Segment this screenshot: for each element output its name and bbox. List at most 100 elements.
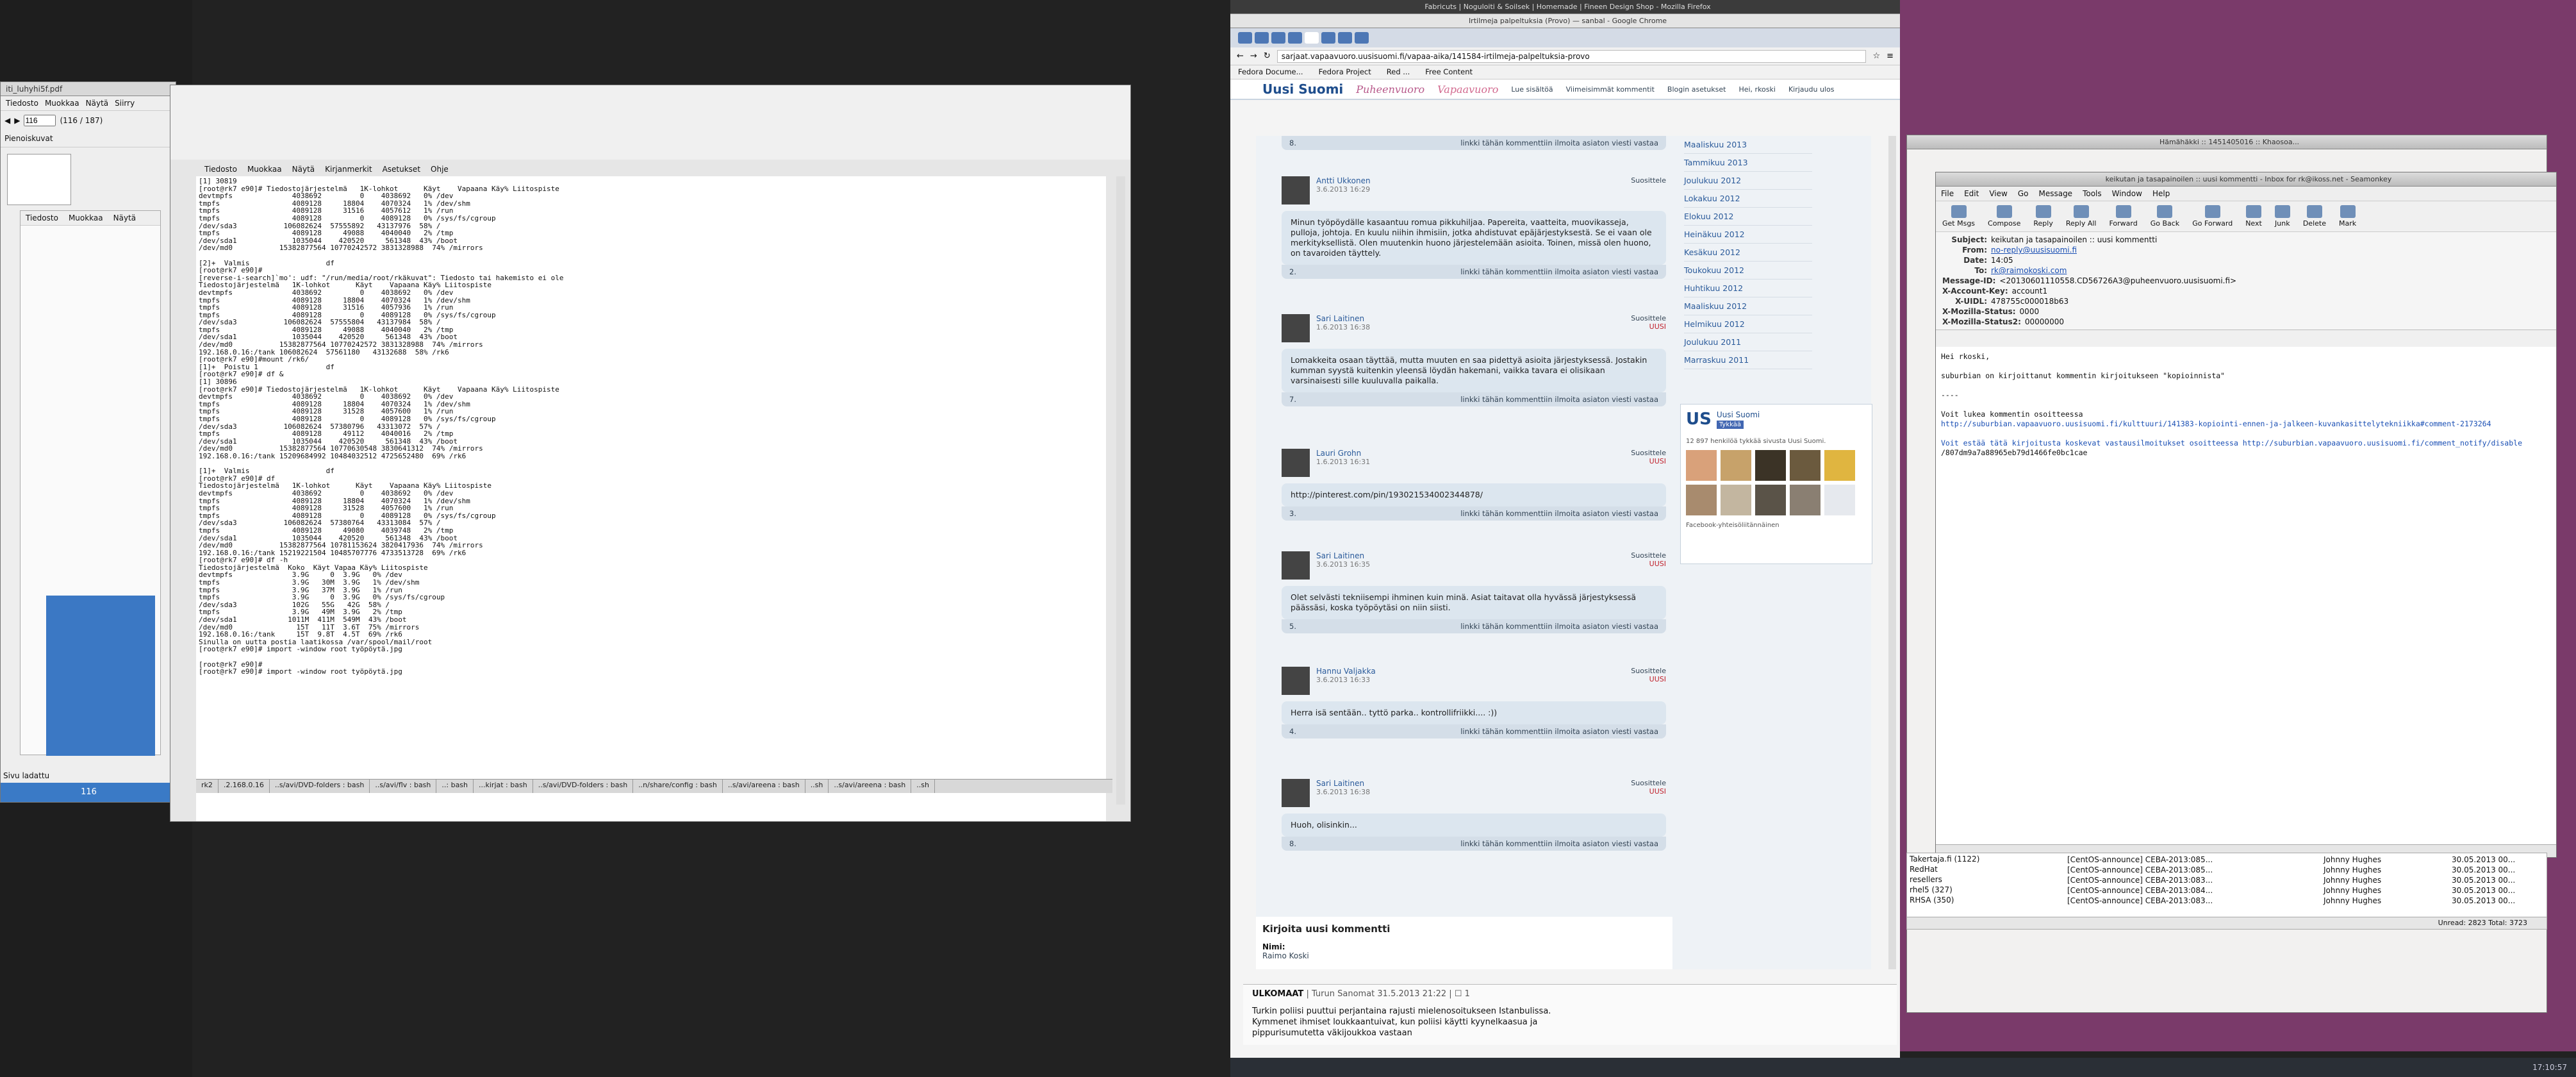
terminal-menu-item[interactable]: Tiedosto xyxy=(204,165,237,174)
terminal-tab[interactable]: ..s/avi/flv : bash xyxy=(370,780,437,793)
nav-link[interactable]: Viimeisimmät kommentit xyxy=(1566,85,1655,94)
comment-actions[interactable]: linkki tähän kommenttiin ilmoita asiaton… xyxy=(1460,138,1658,147)
nav-link[interactable]: Kirjaudu ulos xyxy=(1788,85,1835,94)
mail-body[interactable]: Hei rkoski, suburbian on kirjoittanut kom… xyxy=(1936,347,2556,844)
terminal-tab[interactable]: rk2 xyxy=(196,780,219,793)
avatar[interactable] xyxy=(1282,176,1310,205)
inner-menu-item[interactable]: Tiedosto xyxy=(26,213,58,222)
archive-link[interactable]: Marraskuu 2011 xyxy=(1684,351,1812,369)
terminal-tab[interactable]: ..: bash xyxy=(436,780,474,793)
terminal-tab[interactable]: ..s/avi/DVD-folders : bash xyxy=(270,780,370,793)
site-logo-3[interactable]: Vapaavuoro xyxy=(1437,83,1498,96)
nav-link[interactable]: Lue sisältöä xyxy=(1511,85,1553,94)
nav-link[interactable]: Hei, rkoski xyxy=(1738,85,1775,94)
comment-actions[interactable]: linkki tähän kommenttiin ilmoita asiaton… xyxy=(1460,839,1658,848)
site-logo[interactable]: Uusi Suomi xyxy=(1262,81,1343,97)
archive-link[interactable]: Heinäkuu 2012 xyxy=(1684,226,1812,244)
tab-active[interactable] xyxy=(1305,32,1319,44)
comment-actions[interactable]: linkki tähän kommenttiin ilmoita asiaton… xyxy=(1460,395,1658,404)
recommend-link[interactable]: Suosittele xyxy=(1631,449,1666,457)
pdf-menu-item[interactable]: Näytä xyxy=(86,99,109,108)
terminal-tab[interactable]: ..s/avi/areena : bash xyxy=(829,780,912,793)
terminal-scrollbar[interactable] xyxy=(1116,176,1125,805)
comment-author[interactable]: Sari Laitinen xyxy=(1316,314,1624,323)
comment-author[interactable]: Sari Laitinen xyxy=(1316,779,1624,788)
comment-actions[interactable]: linkki tähän kommenttiin ilmoita asiaton… xyxy=(1460,267,1658,276)
terminal-tab[interactable]: ..sh xyxy=(911,780,935,793)
tab[interactable] xyxy=(1321,32,1335,44)
avatar[interactable] xyxy=(1755,485,1786,515)
recommend-link[interactable]: Suosittele xyxy=(1631,667,1666,675)
mail-toolbar-button[interactable]: Go Forward xyxy=(2192,205,2233,228)
comment-author[interactable]: Antti Ukkonen xyxy=(1316,176,1624,185)
avatar[interactable] xyxy=(1686,450,1717,481)
back-icon[interactable]: ← xyxy=(1237,51,1244,61)
mail-menu-item[interactable]: Tools xyxy=(2083,189,2102,198)
avatar[interactable] xyxy=(1721,485,1751,515)
archive-link[interactable]: Joulukuu 2012 xyxy=(1684,172,1812,190)
mail-menu-item[interactable]: File xyxy=(1941,189,1954,198)
bookmark-item[interactable]: Fedora Docume... xyxy=(1238,67,1303,77)
pdf-menu-item[interactable]: Muokkaa xyxy=(45,99,79,108)
tab[interactable] xyxy=(1288,32,1302,44)
avatar[interactable] xyxy=(1686,485,1717,515)
mail-toolbar-button[interactable]: Compose xyxy=(1988,205,2020,228)
comment-author[interactable]: Hannu Valjakka xyxy=(1316,667,1624,676)
tab[interactable] xyxy=(1255,32,1269,44)
archive-link[interactable]: Joulukuu 2011 xyxy=(1684,333,1812,351)
reload-icon[interactable]: ↻ xyxy=(1264,51,1271,61)
folder-item[interactable]: RHSA (350) xyxy=(1910,896,2063,906)
browser-scrollbar[interactable] xyxy=(1888,136,1896,969)
mail-toolbar-button[interactable]: Go Back xyxy=(2151,205,2179,228)
avatar[interactable] xyxy=(1755,450,1786,481)
message-row[interactable]: [CentOS-announce] CEBA-2013:083... Johnny… xyxy=(2067,875,2541,885)
archive-link[interactable]: Elokuu 2012 xyxy=(1684,208,1812,226)
mail-menu-item[interactable]: View xyxy=(1989,189,2007,198)
header-value[interactable]: no-reply@uusisuomi.fi xyxy=(1991,245,2077,255)
menu-icon[interactable]: ≡ xyxy=(1887,51,1894,61)
folder-item[interactable]: resellers xyxy=(1910,875,2063,885)
back-icon[interactable]: ◀ xyxy=(4,116,10,125)
archive-link[interactable]: Toukokuu 2012 xyxy=(1684,262,1812,280)
star-icon[interactable]: ☆ xyxy=(1872,51,1880,61)
terminal-tab[interactable]: ..n/share/config : bash xyxy=(633,780,723,793)
terminal-menu-item[interactable]: Asetukset xyxy=(383,165,420,174)
bookmark-item[interactable]: Red ... xyxy=(1387,67,1410,77)
nav-link[interactable]: Blogin asetukset xyxy=(1667,85,1726,94)
recommend-link[interactable]: Suosittele xyxy=(1631,176,1666,185)
tab[interactable] xyxy=(1238,32,1252,44)
folder-item[interactable]: rhel5 (327) xyxy=(1910,885,2063,896)
mail-menu-item[interactable]: Go xyxy=(2018,189,2029,198)
avatar[interactable] xyxy=(1790,485,1821,515)
bookmark-item[interactable]: Fedora Project xyxy=(1319,67,1371,77)
recommend-link[interactable]: Suosittele xyxy=(1631,551,1666,560)
tab[interactable] xyxy=(1338,32,1352,44)
folder-item[interactable]: Takertaja.fi (1122) xyxy=(1910,855,2063,865)
comment-actions[interactable]: linkki tähän kommenttiin ilmoita asiaton… xyxy=(1460,622,1658,631)
message-row[interactable]: [CentOS-announce] CEBA-2013:085... Johnny… xyxy=(2067,855,2541,865)
mail-toolbar-button[interactable]: Delete xyxy=(2303,205,2326,228)
comment-actions[interactable]: linkki tähän kommenttiin ilmoita asiaton… xyxy=(1460,509,1658,518)
terminal-tab[interactable]: ..s/avi/DVD-folders : bash xyxy=(533,780,634,793)
terminal-menu-item[interactable]: Ohje xyxy=(431,165,449,174)
page-thumbnail[interactable] xyxy=(7,154,71,205)
mail-menu-item[interactable]: Message xyxy=(2038,189,2072,198)
avatar[interactable] xyxy=(1282,314,1310,342)
terminal-tab[interactable]: ..s/avi/areena : bash xyxy=(723,780,805,793)
mail-toolbar-button[interactable]: Next xyxy=(2245,205,2262,228)
avatar[interactable] xyxy=(1721,450,1751,481)
header-value[interactable]: rk@raimokoski.com xyxy=(1991,265,2067,276)
avatar[interactable] xyxy=(1282,779,1310,807)
message-row[interactable]: [CentOS-announce] CEBA-2013:084... Johnny… xyxy=(2067,885,2541,896)
archive-link[interactable]: Maaliskuu 2013 xyxy=(1684,136,1812,154)
pdf-menu-item[interactable]: Tiedosto xyxy=(6,99,38,108)
mail-toolbar-button[interactable]: Get Msgs xyxy=(1942,205,1975,228)
archive-link[interactable]: Kesäkuu 2012 xyxy=(1684,244,1812,262)
bookmark-item[interactable]: Free Content xyxy=(1425,67,1473,77)
mail-menu-item[interactable]: Window xyxy=(2112,189,2142,198)
inner-menu-item[interactable]: Näytä xyxy=(113,213,136,222)
tab[interactable] xyxy=(1355,32,1369,44)
terminal-tab[interactable]: ..sh xyxy=(805,780,829,793)
mail-toolbar-button[interactable]: Junk xyxy=(2274,205,2290,228)
fb-like-button[interactable]: Tykkää xyxy=(1716,420,1744,429)
